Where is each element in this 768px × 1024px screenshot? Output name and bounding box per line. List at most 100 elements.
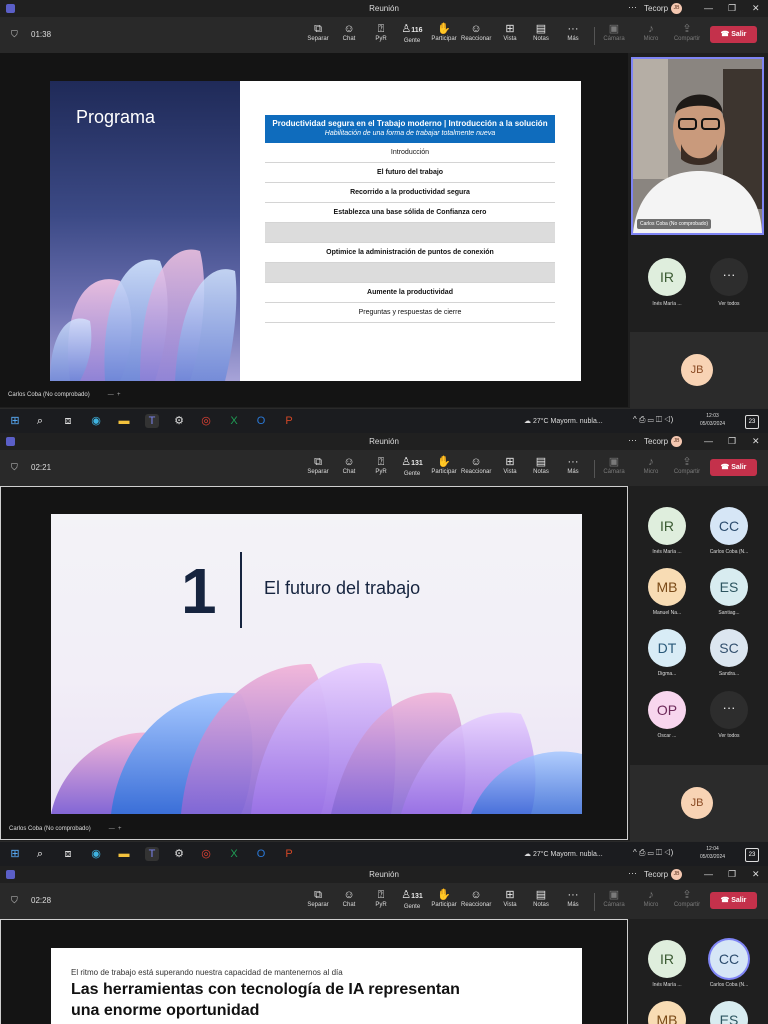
camera-button[interactable]: ▣ Cámara xyxy=(599,455,629,475)
close-icon[interactable]: ✕ xyxy=(752,869,760,880)
leave-button[interactable]: ☎ Salir xyxy=(710,26,757,43)
outlook-icon[interactable]: O xyxy=(254,847,268,861)
restore-icon[interactable]: ❐ xyxy=(728,869,736,880)
leave-button[interactable]: ☎ Salir xyxy=(710,892,757,909)
leave-button[interactable]: ☎ Salir xyxy=(710,459,757,476)
notas-button[interactable]: ▤ Notas xyxy=(526,22,556,42)
org-avatar[interactable]: JB xyxy=(671,869,682,880)
minimize-icon[interactable]: — xyxy=(704,436,713,446)
gente-button[interactable]: ♙131 Gente xyxy=(397,455,427,477)
task-view-icon[interactable]: ⧈ xyxy=(61,847,75,861)
search-icon[interactable]: ⌕ xyxy=(33,414,47,428)
windows-icon[interactable]: ⊞ xyxy=(8,414,22,428)
participant-avatar[interactable]: IR xyxy=(648,258,686,296)
excel-icon[interactable]: X xyxy=(227,414,241,428)
restore-icon[interactable]: ❐ xyxy=(728,3,736,14)
participant-avatar[interactable]: SC xyxy=(710,629,748,667)
notas-button[interactable]: ▤ Notas xyxy=(526,455,556,475)
separar-button[interactable]: ⧉ Separar xyxy=(303,455,333,475)
weather-widget[interactable]: ☁ 27°C Mayorm. nubla... xyxy=(524,850,603,858)
mas-button[interactable]: ··· Más xyxy=(558,888,588,908)
weather-widget[interactable]: ☁ 27°C Mayorm. nubla... xyxy=(524,417,603,425)
participant-avatar[interactable]: DT xyxy=(648,629,686,667)
notification-badge[interactable]: 23 xyxy=(745,415,759,429)
settings-icon[interactable]: ⚙ xyxy=(172,414,186,428)
chrome-icon[interactable]: ◎ xyxy=(199,847,213,861)
notas-button[interactable]: ▤ Notas xyxy=(526,888,556,908)
org-name[interactable]: Tecorp xyxy=(644,4,668,13)
camera-button[interactable]: ▣ Cámara xyxy=(599,888,629,908)
system-tray[interactable]: ^ ⎙ ▭ ◫ ◁) xyxy=(633,415,673,425)
chat-button[interactable]: ☺ Chat xyxy=(334,22,364,42)
participant-avatar[interactable]: MB xyxy=(648,568,686,606)
reaccionar-button[interactable]: ☺ Reaccionar xyxy=(461,22,491,42)
gente-button[interactable]: ♙116 Gente xyxy=(397,22,427,44)
participant-avatar[interactable]: OP xyxy=(648,691,686,729)
close-icon[interactable]: ✕ xyxy=(752,436,760,447)
mas-button[interactable]: ··· Más xyxy=(558,22,588,42)
vista-button[interactable]: ⊞ Vista xyxy=(495,22,525,42)
task-view-icon[interactable]: ⧈ xyxy=(61,414,75,428)
restore-icon[interactable]: ❐ xyxy=(728,436,736,447)
chat-button[interactable]: ☺ Chat xyxy=(334,455,364,475)
participar-button[interactable]: ✋ Participar xyxy=(429,455,459,475)
share-button[interactable]: ⇪ Compartir xyxy=(672,455,702,475)
excel-icon[interactable]: X xyxy=(227,847,241,861)
file-explorer-icon[interactable]: ▬ xyxy=(117,847,131,861)
windows-icon[interactable]: ⊞ xyxy=(8,847,22,861)
participant-avatar[interactable]: IR xyxy=(648,507,686,545)
view-all-button[interactable]: ··· xyxy=(710,691,748,729)
org-name[interactable]: Tecorp xyxy=(644,870,668,879)
reaccionar-button[interactable]: ☺ Reaccionar xyxy=(461,455,491,475)
mic-button[interactable]: ♪ Micro xyxy=(636,888,666,908)
pyr-button[interactable]: ⍰ PyR xyxy=(366,455,396,475)
powerpoint-icon[interactable]: P xyxy=(282,847,296,861)
add-icon[interactable]: — + xyxy=(108,392,121,398)
minimize-icon[interactable]: — xyxy=(704,3,713,13)
file-explorer-icon[interactable]: ▬ xyxy=(117,414,131,428)
self-video-tile[interactable]: JB xyxy=(630,332,768,408)
edge-icon[interactable]: ◉ xyxy=(89,414,103,428)
more-options-icon[interactable]: ··· xyxy=(628,435,637,445)
notification-badge[interactable]: 23 xyxy=(745,848,759,862)
separar-button[interactable]: ⧉ Separar xyxy=(303,22,333,42)
outlook-icon[interactable]: O xyxy=(254,414,268,428)
teams-icon[interactable]: T xyxy=(145,414,159,428)
reaccionar-button[interactable]: ☺ Reaccionar xyxy=(461,888,491,908)
participant-avatar[interactable]: IR xyxy=(648,940,686,978)
camera-button[interactable]: ▣ Cámara xyxy=(599,22,629,42)
participant-avatar[interactable]: ES xyxy=(710,568,748,606)
participar-button[interactable]: ✋ Participar xyxy=(429,22,459,42)
mic-button[interactable]: ♪ Micro xyxy=(636,22,666,42)
add-icon[interactable]: — + xyxy=(109,826,122,832)
share-button[interactable]: ⇪ Compartir xyxy=(672,888,702,908)
mic-button[interactable]: ♪ Micro xyxy=(636,455,666,475)
more-options-icon[interactable]: ··· xyxy=(628,2,637,12)
participant-avatar[interactable]: MB xyxy=(648,1001,686,1024)
vista-button[interactable]: ⊞ Vista xyxy=(495,455,525,475)
self-video-tile[interactable]: JB xyxy=(630,765,768,841)
close-icon[interactable]: ✕ xyxy=(752,3,760,14)
pyr-button[interactable]: ⍰ PyR xyxy=(366,22,396,42)
separar-button[interactable]: ⧉ Separar xyxy=(303,888,333,908)
powerpoint-icon[interactable]: P xyxy=(282,414,296,428)
chat-button[interactable]: ☺ Chat xyxy=(334,888,364,908)
view-all-button[interactable]: ··· xyxy=(710,258,748,296)
system-tray[interactable]: ^ ⎙ ▭ ◫ ◁) xyxy=(633,848,673,858)
chrome-icon[interactable]: ◎ xyxy=(199,414,213,428)
gente-button[interactable]: ♙131 Gente xyxy=(397,888,427,910)
org-name[interactable]: Tecorp xyxy=(644,437,668,446)
clock[interactable]: 12:04 05/03/2024 xyxy=(700,845,725,861)
teams-icon[interactable]: T xyxy=(145,847,159,861)
clock[interactable]: 12:03 05/03/2024 xyxy=(700,412,725,428)
participant-avatar[interactable]: CC xyxy=(710,507,748,545)
minimize-icon[interactable]: — xyxy=(704,869,713,879)
pyr-button[interactable]: ⍰ PyR xyxy=(366,888,396,908)
presenter-video[interactable]: Carlos Coba (No comprobado) xyxy=(631,57,764,235)
edge-icon[interactable]: ◉ xyxy=(89,847,103,861)
settings-icon[interactable]: ⚙ xyxy=(172,847,186,861)
participant-avatar-speaking[interactable]: CC xyxy=(710,940,748,978)
participar-button[interactable]: ✋ Participar xyxy=(429,888,459,908)
search-icon[interactable]: ⌕ xyxy=(33,847,47,861)
vista-button[interactable]: ⊞ Vista xyxy=(495,888,525,908)
